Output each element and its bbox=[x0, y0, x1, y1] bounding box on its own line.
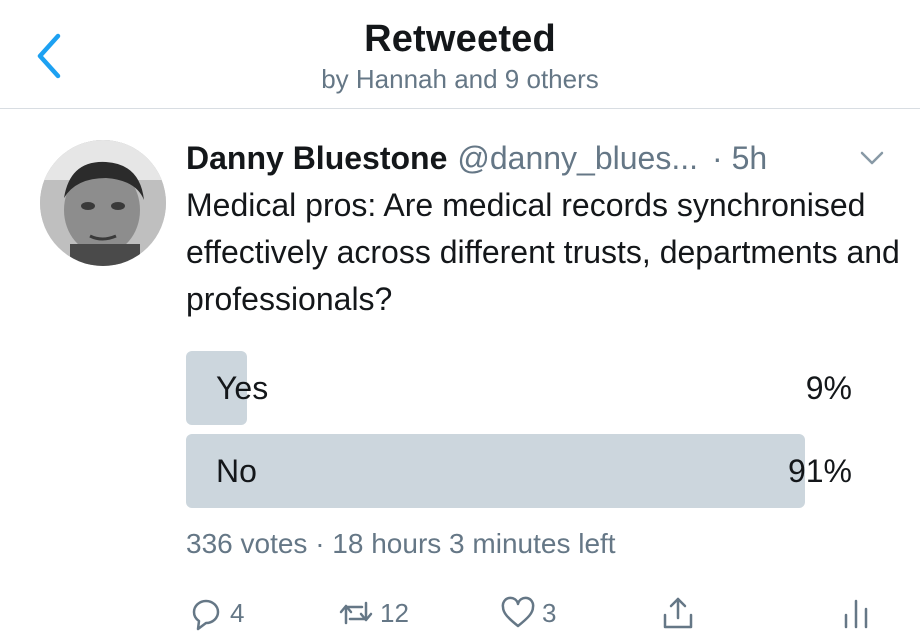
tweet-header: Danny Bluestone @danny_blues... · 5h bbox=[186, 136, 906, 180]
author-name[interactable]: Danny Bluestone bbox=[186, 140, 447, 176]
tweet-text: Medical pros: Are medical records synchr… bbox=[186, 187, 900, 317]
poll-meta: 336 votes · 18 hours 3 minutes left bbox=[186, 528, 616, 559]
poll-bar bbox=[186, 434, 805, 508]
analytics-icon bbox=[844, 599, 868, 629]
retweet-icon bbox=[339, 601, 373, 625]
avatar[interactable] bbox=[40, 140, 166, 266]
like-count: 3 bbox=[542, 597, 557, 628]
header: Retweeted by Hannah and 9 others bbox=[0, 0, 920, 109]
reply-button[interactable]: 4 bbox=[186, 588, 244, 638]
reply-icon bbox=[192, 599, 220, 631]
like-button[interactable]: 3 bbox=[498, 588, 556, 638]
poll-option-label: No bbox=[216, 453, 257, 489]
page-subtitle[interactable]: by Hannah and 9 others bbox=[0, 64, 920, 95]
poll-option-percent: 91% bbox=[787, 453, 852, 489]
page-title: Retweeted bbox=[364, 18, 556, 60]
avatar-image bbox=[40, 140, 166, 266]
poll-option-yes[interactable]: Yes 9% bbox=[186, 351, 866, 425]
share-icon bbox=[663, 597, 693, 629]
poll-option-no[interactable]: No 91% bbox=[186, 434, 866, 508]
analytics-button[interactable] bbox=[836, 588, 876, 638]
poll-option-label: Yes bbox=[216, 370, 269, 406]
tweet-actions: 4 12 3 bbox=[186, 588, 886, 638]
retweet-button[interactable]: 12 bbox=[336, 588, 409, 638]
share-button[interactable] bbox=[658, 588, 698, 638]
retweet-count: 12 bbox=[380, 597, 409, 628]
poll-option-percent: 9% bbox=[805, 370, 852, 406]
heart-icon bbox=[501, 596, 535, 628]
tweet-time: · 5h bbox=[712, 140, 768, 176]
chevron-down-icon[interactable] bbox=[858, 148, 886, 168]
reply-count: 4 bbox=[230, 597, 245, 628]
author-handle[interactable]: @danny_blues... bbox=[457, 140, 698, 176]
